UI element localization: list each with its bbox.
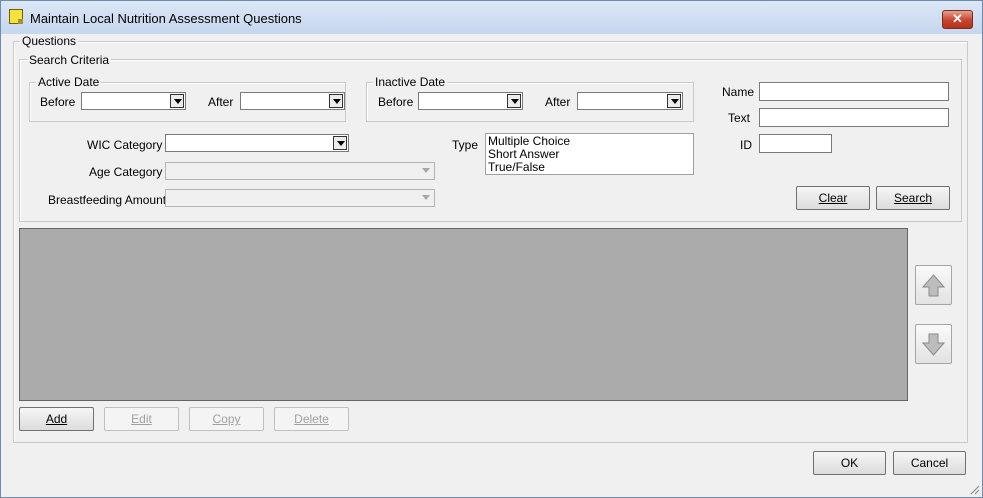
inactive-after-label: After xyxy=(545,95,571,109)
type-label: Type xyxy=(452,138,479,152)
chevron-down-icon xyxy=(419,191,433,205)
name-label: Name xyxy=(722,85,755,99)
questions-legend: Questions xyxy=(20,34,79,48)
name-input[interactable] xyxy=(759,82,949,101)
breastfeeding-amount-label: Breastfeeding Amount xyxy=(48,193,167,207)
search-criteria-legend: Search Criteria xyxy=(27,53,112,67)
delete-button-label: Delete xyxy=(294,412,329,426)
id-label: ID xyxy=(740,138,752,152)
active-after-date-picker[interactable] xyxy=(240,92,345,110)
search-button-label: Search xyxy=(893,191,933,205)
resize-grip-icon[interactable] xyxy=(968,483,980,495)
type-listbox[interactable]: Multiple Choice Short Answer True/False xyxy=(485,133,694,175)
chevron-down-icon[interactable] xyxy=(170,94,184,108)
chevron-down-icon[interactable] xyxy=(333,136,347,150)
clear-button[interactable]: Clear xyxy=(796,186,870,210)
delete-button[interactable]: Delete xyxy=(274,407,349,431)
copy-button-label: Copy xyxy=(212,412,241,426)
chevron-down-icon[interactable] xyxy=(329,94,343,108)
move-up-button[interactable] xyxy=(915,265,952,305)
edit-button[interactable]: Edit xyxy=(104,407,179,431)
inactive-after-date-picker[interactable] xyxy=(577,92,683,110)
age-category-select xyxy=(165,162,435,180)
inactive-before-date-picker[interactable] xyxy=(418,92,523,110)
inactive-before-label: Before xyxy=(378,95,414,109)
inactive-date-legend: Inactive Date xyxy=(373,75,448,89)
cancel-button[interactable]: Cancel xyxy=(893,451,966,475)
add-button-label: Add xyxy=(45,412,68,426)
add-button[interactable]: Add xyxy=(19,407,94,431)
edit-button-label: Edit xyxy=(131,412,152,426)
text-input[interactable] xyxy=(759,108,949,127)
close-button[interactable]: ✕ xyxy=(942,10,973,29)
chevron-down-icon[interactable] xyxy=(507,94,521,108)
active-after-label: After xyxy=(208,95,234,109)
app-icon xyxy=(9,9,23,24)
clear-button-label: Clear xyxy=(818,191,848,205)
window-title: Maintain Local Nutrition Assessment Ques… xyxy=(30,11,302,26)
copy-button[interactable]: Copy xyxy=(189,407,264,431)
results-grid[interactable] xyxy=(19,228,908,401)
chevron-down-icon[interactable] xyxy=(667,94,681,108)
type-option[interactable]: True/False xyxy=(488,161,691,174)
arrow-down-icon xyxy=(921,333,946,356)
wic-category-label: WIC Category xyxy=(87,138,163,152)
move-down-button[interactable] xyxy=(915,324,952,364)
active-before-label: Before xyxy=(40,95,76,109)
ok-button[interactable]: OK xyxy=(813,451,886,475)
wic-category-select[interactable] xyxy=(165,134,349,152)
search-button[interactable]: Search xyxy=(876,186,950,210)
active-before-date-picker[interactable] xyxy=(81,92,186,110)
active-date-legend: Active Date xyxy=(36,75,102,89)
arrow-up-icon xyxy=(921,274,946,297)
chevron-down-icon xyxy=(419,164,433,178)
text-label: Text xyxy=(728,111,751,125)
breastfeeding-amount-select xyxy=(165,189,435,207)
age-category-label: Age Category xyxy=(89,165,163,179)
id-input[interactable] xyxy=(759,134,832,153)
